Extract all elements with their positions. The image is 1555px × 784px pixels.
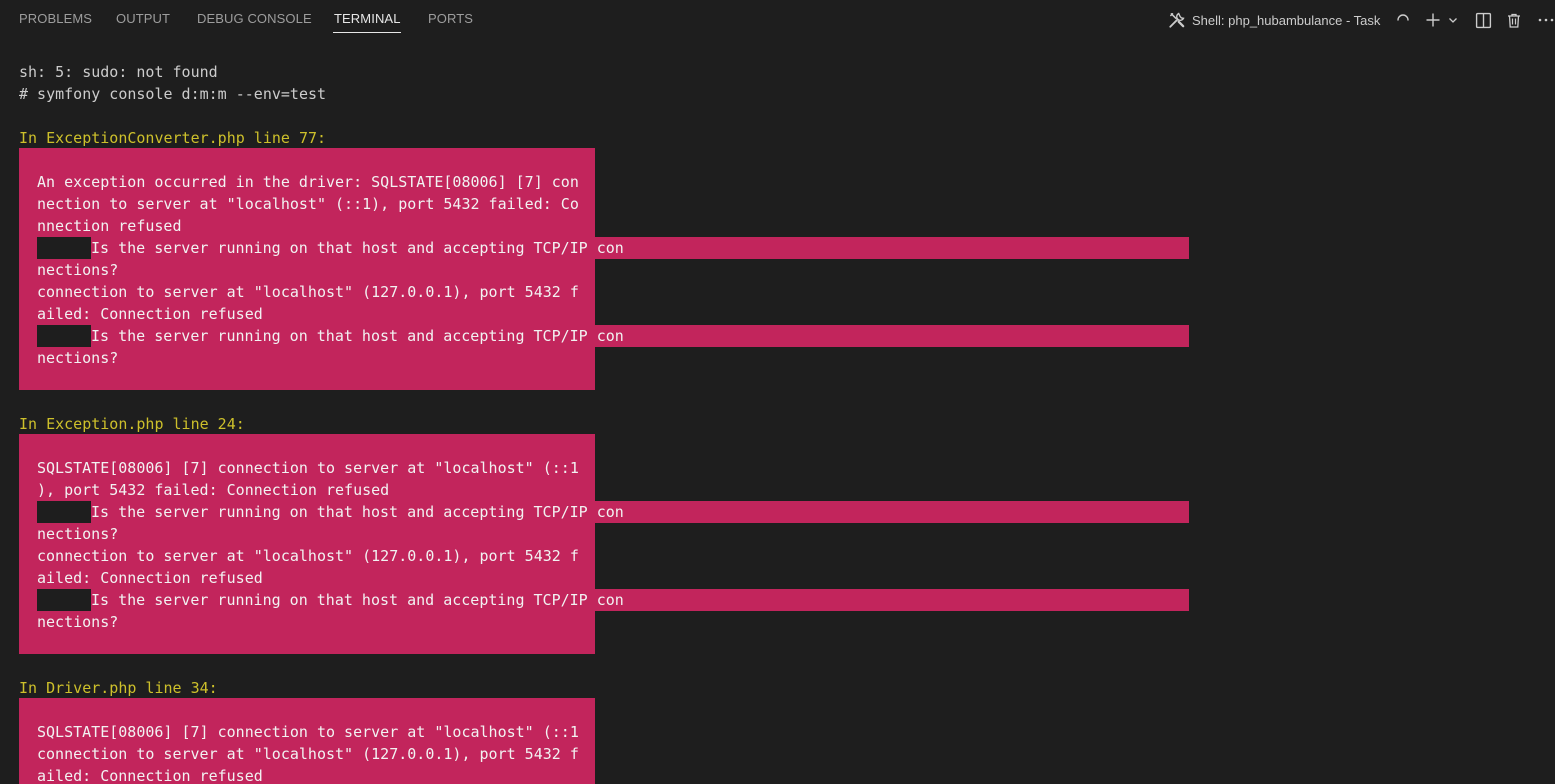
exception-line: SQLSTATE[08006] [7] connection to server… <box>37 459 579 477</box>
exception-line: nection to server at "localhost" (::1), … <box>37 195 579 213</box>
exception-header: In ExceptionConverter.php line 77: <box>19 129 327 147</box>
tools-icon <box>1169 12 1185 28</box>
tab-char-block <box>37 589 91 611</box>
loading-spinner-icon <box>1393 10 1413 30</box>
exception-line: nections? <box>37 525 119 543</box>
tab-char-block <box>37 325 91 347</box>
exception-line: ), port 5432 failed: Connection refused <box>37 481 390 499</box>
exception-line-tab: Is the server running on that host and a… <box>37 501 1189 523</box>
exception-header: In Exception.php line 24: <box>19 415 245 433</box>
tab-problems[interactable]: PROBLEMS <box>19 11 92 27</box>
tab-output[interactable]: OUTPUT <box>116 11 170 27</box>
split-terminal-icon[interactable] <box>1473 10 1493 30</box>
exception-line: An exception occurred in the driver: SQL… <box>37 173 579 191</box>
tab-char-block <box>37 501 91 523</box>
exception-line: connection to server at "localhost" (127… <box>37 547 579 565</box>
exception-box: SQLSTATE[08006] [7] connection to server… <box>19 698 595 784</box>
exception-line: nections? <box>37 261 119 279</box>
exception-line-tab: Is the server running on that host and a… <box>37 237 1189 259</box>
shell-name: Shell: php_hubambulance - Task <box>1192 12 1381 28</box>
exception-line-text: Is the server running on that host and a… <box>91 239 624 257</box>
tab-ports[interactable]: PORTS <box>428 11 473 27</box>
exception-line: SQLSTATE[08006] [7] connection to server… <box>37 723 579 741</box>
active-tab-indicator <box>333 32 401 33</box>
exception-line-tab: Is the server running on that host and a… <box>37 589 1189 611</box>
exception-line-text: Is the server running on that host and a… <box>91 503 624 521</box>
exception-line-text: Is the server running on that host and a… <box>91 327 624 345</box>
exception-line-text: Is the server running on that host and a… <box>91 591 624 609</box>
exception-box: An exception occurred in the driver: SQL… <box>19 148 595 390</box>
exception-line: nections? <box>37 349 119 367</box>
tab-debug-console[interactable]: DEBUG CONSOLE <box>197 11 312 27</box>
terminal-selector[interactable]: Shell: php_hubambulance - Task <box>1168 11 1380 29</box>
new-terminal-plus-icon[interactable] <box>1423 10 1443 30</box>
terminal-line: # symfony console d:m:m --env=test <box>19 85 327 103</box>
terminal-output[interactable]: sh: 5: sudo: not found # symfony console… <box>0 40 1555 784</box>
exception-line: ailed: Connection refused <box>37 767 263 784</box>
exception-line: ailed: Connection refused <box>37 305 263 323</box>
exception-header: In Driver.php line 34: <box>19 679 218 697</box>
terminal-line: sh: 5: sudo: not found <box>19 63 218 81</box>
exception-line: connection to server at "localhost" (127… <box>37 283 579 301</box>
exception-box: SQLSTATE[08006] [7] connection to server… <box>19 434 595 654</box>
exception-line: nnection refused <box>37 217 182 235</box>
panel-header: PROBLEMS OUTPUT DEBUG CONSOLE TERMINAL P… <box>0 0 1555 40</box>
trash-icon[interactable] <box>1504 10 1524 30</box>
tab-terminal[interactable]: TERMINAL <box>334 11 401 27</box>
exception-line-tab: Is the server running on that host and a… <box>37 325 1189 347</box>
exception-line: nections? <box>37 613 119 631</box>
exception-line: connection to server at "localhost" (127… <box>37 745 579 763</box>
chevron-down-icon[interactable] <box>1443 10 1463 30</box>
exception-line: ailed: Connection refused <box>37 569 263 587</box>
tab-char-block <box>37 237 91 259</box>
more-icon[interactable] <box>1536 10 1555 30</box>
